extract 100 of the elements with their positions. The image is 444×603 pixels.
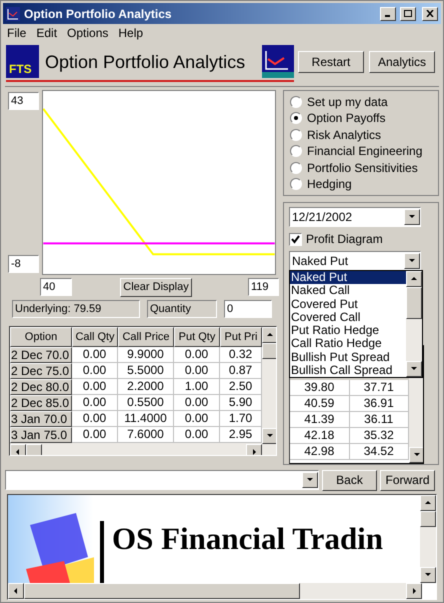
radio-label[interactable]: Financial Engineering — [307, 144, 422, 158]
clear-display-button[interactable]: Clear Display — [120, 278, 192, 296]
table-cell: 40.59 — [290, 396, 350, 412]
radio-button[interactable] — [290, 145, 302, 158]
column-header[interactable]: Put Qty — [174, 327, 220, 347]
dropdown-option[interactable]: Naked Put — [290, 271, 406, 284]
radio-button[interactable] — [290, 162, 302, 174]
row-header[interactable]: 2 Dec 75.0 — [10, 363, 72, 379]
fts-logo: FTS — [6, 45, 39, 78]
radio-label[interactable]: Risk Analytics — [307, 128, 382, 142]
radio-button[interactable] — [290, 178, 302, 190]
table-cell: 11.4000 — [118, 411, 174, 427]
y-max-field[interactable]: 43 — [8, 92, 39, 110]
menu-item[interactable]: Options — [67, 24, 108, 42]
table-cell: 7.6000 — [118, 427, 174, 443]
quantity-field[interactable]: 0 — [224, 300, 272, 318]
table-cell: 0.32 — [220, 347, 262, 363]
table-cell: 0.00 — [174, 411, 220, 427]
checkbox[interactable] — [289, 232, 302, 246]
dropdown-option[interactable]: Covered Call — [290, 310, 406, 324]
scroll-thumb[interactable] — [406, 287, 422, 319]
table-cell: 39.80 — [290, 380, 350, 396]
scroll-thumb[interactable] — [262, 343, 276, 359]
strategy-combo[interactable]: Naked Put — [289, 251, 421, 271]
table-cell: 1.70 — [220, 411, 262, 427]
close-icon — [426, 10, 434, 17]
table-cell: 0.00 — [72, 395, 118, 411]
table-cell: 9.9000 — [118, 347, 174, 363]
x-max-field[interactable]: 119 — [248, 278, 279, 296]
horizontal-scrollbar[interactable] — [8, 583, 422, 599]
vertical-scrollbar[interactable] — [406, 271, 422, 377]
dropdown-option[interactable]: Naked Call — [290, 284, 406, 298]
vertical-scrollbar[interactable] — [420, 495, 436, 583]
table-cell: 0.00 — [72, 427, 118, 443]
vertical-scrollbar[interactable] — [262, 327, 276, 444]
dropdown-option[interactable]: Call Ratio Hedge — [290, 337, 406, 350]
dropdown-option[interactable]: Covered Put — [290, 298, 406, 311]
radio-label[interactable]: Hedging — [307, 176, 352, 191]
dropdown-option[interactable]: Put Ratio Hedge — [290, 324, 406, 338]
menu-item[interactable]: Help — [118, 24, 144, 42]
nav-button[interactable]: Back — [322, 470, 377, 490]
checkbox-label[interactable]: Profit Diagram — [306, 230, 383, 248]
table-cell: 0.00 — [72, 411, 118, 427]
maximize-button[interactable] — [400, 6, 416, 20]
dropdown-option[interactable]: Bullish Call Spread — [290, 364, 406, 377]
radio-button[interactable] — [290, 112, 302, 124]
row-header[interactable]: 2 Dec 80.0 — [10, 379, 72, 395]
column-header[interactable]: Call Qty — [72, 327, 118, 347]
table-cell: 0.00 — [72, 363, 118, 379]
table-cell: 0.00 — [72, 379, 118, 395]
table-cell: 0.87 — [220, 363, 262, 379]
browser-heading: OS Financial Tradin — [112, 520, 384, 558]
close-button[interactable] — [422, 6, 438, 20]
header-button[interactable]: Analytics — [369, 51, 435, 73]
table-cell: 42.98 — [290, 444, 350, 460]
chart-logo-icon — [262, 45, 294, 78]
app-chart-icon — [6, 6, 20, 20]
x-min-field[interactable]: 40 — [40, 278, 72, 296]
column-header[interactable]: Option — [10, 327, 72, 347]
app-heading: Option Portfolio Analytics — [45, 50, 246, 72]
table-cell: 41.39 — [290, 412, 350, 428]
table-cell: 0.00 — [174, 427, 220, 443]
row-header[interactable]: 2 Dec 85.0 — [10, 395, 72, 411]
table-cell: 35.32 — [350, 428, 409, 444]
table-cell: 0.00 — [174, 347, 220, 363]
row-header[interactable]: 3 Jan 75.0 — [10, 427, 72, 443]
table-cell: 2.95 — [220, 427, 262, 443]
address-combo[interactable] — [5, 470, 319, 490]
table-cell: 5.5000 — [118, 363, 174, 379]
radio-button[interactable] — [290, 128, 302, 141]
dropdown-option[interactable]: Bullish Put Spread — [290, 350, 406, 364]
header-button[interactable]: Restart — [298, 51, 364, 73]
column-header[interactable]: Put Pri — [220, 327, 262, 347]
underlying-readout: Underlying: 79.59 — [12, 300, 140, 318]
table-cell: 2.2000 — [118, 379, 174, 395]
table-cell: 5.90 — [220, 395, 262, 411]
window-title: Option Portfolio Analytics — [24, 6, 173, 22]
table-cell: 0.5500 — [118, 395, 174, 411]
table-cell: 42.18 — [290, 428, 350, 444]
menu-item[interactable]: File — [7, 24, 26, 42]
table-cell: 0.00 — [174, 363, 220, 379]
scroll-thumb[interactable] — [24, 583, 300, 599]
table-cell: 1.00 — [174, 379, 220, 395]
table-cell: 37.71 — [350, 380, 409, 396]
table-cell: 0.00 — [72, 347, 118, 363]
radio-label[interactable]: Set up my data — [307, 95, 388, 109]
radio-label[interactable]: Portfolio Sensitivities — [307, 160, 418, 175]
radio-button[interactable] — [290, 96, 302, 108]
row-header[interactable]: 2 Dec 70.0 — [10, 347, 72, 363]
date-combo[interactable]: 12/21/2002 — [289, 207, 421, 227]
scroll-thumb[interactable] — [420, 511, 436, 527]
table-cell: 36.91 — [350, 396, 409, 412]
nav-button[interactable]: Forward — [380, 470, 435, 490]
column-header[interactable]: Call Price — [118, 327, 174, 347]
table-cell: 2.50 — [220, 379, 262, 395]
row-header[interactable]: 3 Jan 70.0 — [10, 411, 72, 427]
y-min-field[interactable]: -8 — [8, 255, 39, 273]
radio-label[interactable]: Option Payoffs — [307, 111, 386, 126]
minimize-button[interactable] — [380, 6, 396, 20]
menu-item[interactable]: Edit — [36, 24, 58, 42]
